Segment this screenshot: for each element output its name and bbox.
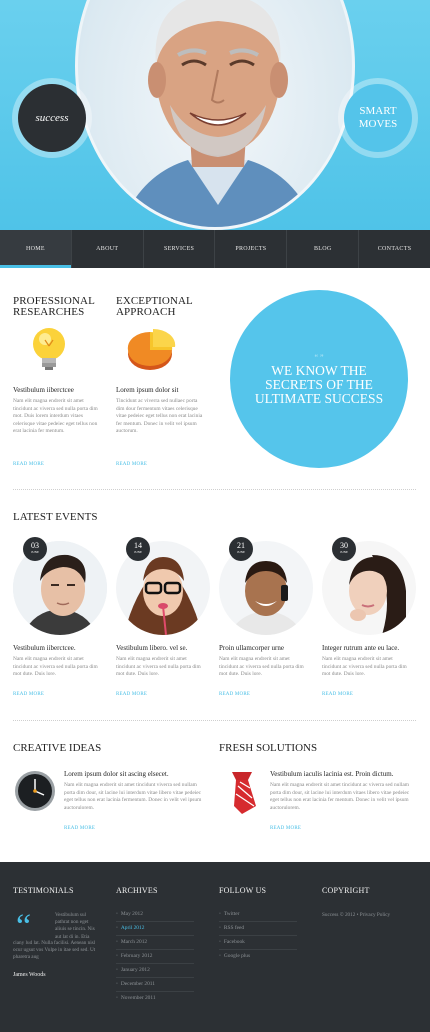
pie-chart-icon [124, 324, 178, 374]
clock-icon [14, 770, 56, 812]
event-4-month: JUNE [340, 550, 348, 554]
archive-item[interactable]: • November 2011 [116, 992, 194, 1006]
smiling-man-illustration [120, 0, 316, 227]
feature-2-text: Tincidunt ac viverra sed nullaec porta d… [116, 398, 203, 435]
latest-events-title: LATEST EVENTS [13, 511, 98, 523]
archive-item[interactable]: • May 2012 [116, 908, 194, 922]
copyright-title: COPYRIGHT [322, 886, 370, 895]
creative-subtitle: Lorem ipsum dolor sit ascing elsecet. [64, 770, 169, 778]
follow-label: Twitter [223, 911, 240, 917]
follow-label: Google plus [223, 953, 251, 959]
creative-text: Nam elit magna endrerit sit amet tincidu… [64, 782, 202, 811]
event-3-day: 21 [237, 541, 245, 550]
feature-1-title-line2: RESEARCHES [13, 306, 85, 318]
feature-1-text: Nam elit magna endrerit sit amet tincidu… [13, 398, 98, 435]
archive-item[interactable]: • December 2011 [116, 978, 194, 992]
event-2-text: Nam elit magna endrerit sit amet tincidu… [116, 656, 201, 678]
quote-icon: “ ” [314, 352, 324, 362]
archive-label: April 2012 [120, 925, 145, 931]
follow-label: Facebook [223, 939, 245, 945]
follow-label: RSS feed [223, 925, 245, 931]
feature-2-read-more[interactable]: READ MORE [116, 462, 147, 467]
archive-label: March 2012 [120, 939, 148, 945]
copyright-text: Success © 2012 • Privacy Policy [322, 912, 391, 918]
event-3-title: Proin ullamcorper urne [219, 644, 284, 652]
archive-item[interactable]: • March 2012 [116, 936, 194, 950]
follow-rss[interactable]: • RSS feed [219, 922, 297, 936]
archive-item[interactable]: • January 2012 [116, 964, 194, 978]
divider [13, 720, 416, 721]
testimonial-text: ciany lud lat. Nulla facilisi. Aenean ni… [13, 940, 96, 961]
event-1-read-more[interactable]: READ MORE [13, 692, 44, 697]
archive-item[interactable]: • February 2012 [116, 950, 194, 964]
testimonials-title: TESTIMONIALS [13, 886, 74, 895]
event-1-month: JUNE [31, 550, 39, 554]
lightbulb-icon [25, 324, 73, 374]
archive-label: December 2011 [120, 981, 155, 987]
event-1-date-badge: 03 JUNE [23, 537, 47, 561]
archive-label: November 2011 [120, 995, 156, 1001]
creative-read-more[interactable]: READ MORE [64, 826, 95, 831]
fresh-text: Nam elit magna endrerit sit amet tincidu… [270, 782, 410, 811]
follow-facebook[interactable]: • Facebook [219, 936, 297, 950]
event-4-read-more[interactable]: READ MORE [322, 692, 353, 697]
feature-1-read-more[interactable]: READ MORE [13, 462, 44, 467]
nav-blog[interactable]: BLOG [287, 230, 360, 268]
hero-portrait [75, 0, 355, 230]
testimonial-author: James Woods [13, 972, 46, 978]
success-badge-label: success [18, 84, 86, 152]
archive-label: May 2012 [120, 911, 143, 917]
event-2-date-badge: 14 JUNE [126, 537, 150, 561]
secrets-circle: “ ” WE KNOW THE SECRETS OF THE ULTIMATE … [230, 290, 408, 468]
archive-label: February 2012 [120, 953, 153, 959]
event-4-day: 30 [340, 541, 348, 550]
event-2-day: 14 [134, 541, 142, 550]
follow-us-title: FOLLOW US [219, 886, 267, 895]
event-2-title: Vestibulum libero. vel se. [116, 644, 188, 652]
event-2-month: JUNE [134, 550, 142, 554]
event-4-date-badge: 30 JUNE [332, 537, 356, 561]
event-1-day: 03 [31, 541, 39, 550]
feature-1-subtitle: Vestibulum iiberctcee [13, 386, 74, 394]
event-2-read-more[interactable]: READ MORE [116, 692, 147, 697]
smart-moves-badge: SMART MOVES [338, 78, 418, 158]
main-navigation: HOME ABOUT SERVICES PROJECTS BLOG CONTAC… [0, 230, 430, 268]
nav-home[interactable]: HOME [0, 230, 72, 268]
archive-item[interactable]: • April 2012 [116, 922, 194, 936]
archive-label: January 2012 [120, 967, 150, 973]
testimonial-text-short: Vestibulum sul pathrat non eget aliuis s… [55, 912, 95, 940]
necktie-icon [222, 768, 262, 814]
feature-2-subtitle: Lorem ipsum dolor sit [116, 386, 179, 394]
creative-ideas-title: CREATIVE IDEAS [13, 742, 102, 754]
divider [13, 489, 416, 490]
event-1-text: Nam elit magna endrerit sit amet tincidu… [13, 656, 98, 678]
follow-twitter[interactable]: • Twitter [219, 908, 297, 922]
nav-about[interactable]: ABOUT [72, 230, 144, 268]
success-badge: success [12, 78, 92, 158]
feature-2-title-line2: APPROACH [116, 306, 176, 318]
secrets-text: WE KNOW THE SECRETS OF THE ULTIMATE SUCC… [254, 362, 384, 406]
nav-services[interactable]: SERVICES [144, 230, 216, 268]
smart-moves-label: SMART MOVES [344, 84, 412, 152]
event-3-date-badge: 21 JUNE [229, 537, 253, 561]
quote-icon: “ [16, 908, 32, 945]
hero-banner: success SMART MOVES [0, 0, 430, 230]
nav-projects[interactable]: PROJECTS [215, 230, 288, 268]
event-4-text: Nam elit magna endrerit sit amet tincidu… [322, 656, 407, 678]
archives-title: ARCHIVES [116, 886, 158, 895]
nav-contacts[interactable]: CONTACTS [359, 230, 430, 268]
fresh-read-more[interactable]: READ MORE [270, 826, 301, 831]
event-3-read-more[interactable]: READ MORE [219, 692, 250, 697]
event-3-month: JUNE [237, 550, 245, 554]
fresh-subtitle: Vestibulum iaculis lacinia est. Proin di… [270, 770, 394, 778]
event-4-title: Integer rutrum ante eu lace. [322, 644, 400, 652]
fresh-solutions-title: FRESH SOLUTIONS [219, 742, 318, 754]
follow-google-plus[interactable]: • Google plus [219, 950, 297, 964]
event-3-text: Nam elit magna endrerit sit amet tincidu… [219, 656, 304, 678]
event-1-title: Vestibulum iiberctcee. [13, 644, 76, 652]
